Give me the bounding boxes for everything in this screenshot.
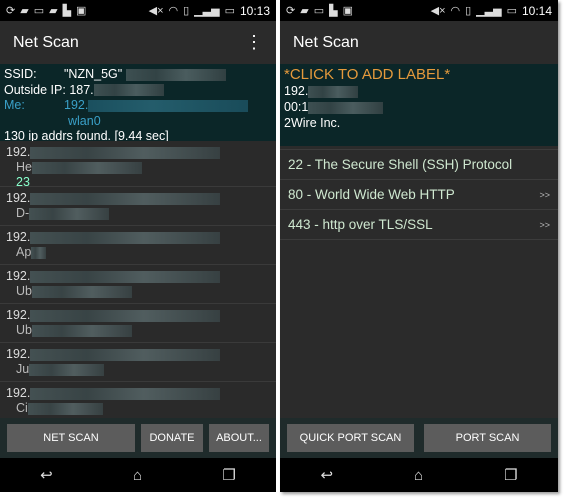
notification-icon: ▙ (62, 5, 72, 17)
notification-icon: ▭ (33, 5, 45, 17)
me-ip: 192. (64, 98, 89, 112)
signal-icon: ▁▃▅ (194, 5, 220, 17)
status-bar: ⟳ ▰ ▭ ▙ ▣ ◀× ◠ ▯ ▁▃▅ ▭ 10:14 (280, 0, 558, 21)
host-name: D- (16, 206, 30, 220)
status-time: 10:13 (239, 3, 270, 18)
donate-button[interactable]: DONATE (141, 424, 203, 452)
network-info: SSID: "NZN_5G" Outside IP: 187. Me: 192. w… (0, 64, 276, 148)
add-label-link[interactable]: *CLICK TO ADD LABEL* (284, 67, 554, 83)
mute-icon: ◀× (430, 5, 446, 17)
port-list: 22 - The Secure Shell (SSH) Protocol 80 … (280, 149, 558, 240)
quick-port-scan-button[interactable]: QUICK PORT SCAN (287, 424, 414, 452)
host-info[interactable]: *CLICK TO ADD LABEL* 192. 00:1 2Wire Inc… (280, 64, 558, 146)
ssid-label: SSID: (4, 67, 37, 81)
port-label: 443 - http over TLS/SSL (288, 217, 433, 232)
list-item[interactable]: 192. He 23 (0, 141, 276, 189)
chevron-right-icon: >> (539, 189, 550, 200)
notification-icon: ▣ (342, 5, 353, 17)
list-item[interactable]: 192. Ci (0, 382, 276, 418)
app-bar: Net Scan (280, 21, 558, 64)
app-title: Net Scan (13, 33, 79, 51)
chevron-right-icon: >> (539, 219, 550, 230)
recents-icon[interactable]: ❐ (222, 466, 235, 484)
notification-icon: ▭ (313, 5, 325, 17)
app-bar: Net Scan ⋮ (0, 21, 276, 64)
host-ip: 192. (6, 347, 31, 361)
list-item[interactable]: 192. Ap (0, 226, 276, 265)
overflow-menu-icon[interactable]: ⋮ (245, 32, 263, 53)
port-label: 80 - World Wide Web HTTP (288, 187, 455, 202)
sync-icon: ⟳ (6, 5, 16, 17)
notification-icon: ▙ (329, 5, 338, 17)
sim-icon: ▯ (465, 5, 472, 17)
host-ip: 192. (6, 191, 31, 205)
notification-icon: ▣ (76, 5, 87, 17)
outside-ip-value: 187. (69, 82, 94, 97)
recents-icon[interactable]: ❐ (504, 466, 517, 484)
sim-icon: ▯ (183, 5, 190, 17)
host-ip: 192. (6, 269, 31, 283)
host-name: Ju (16, 362, 30, 376)
mute-icon: ◀× (148, 5, 164, 17)
right-screen: ⟳ ▰ ▭ ▙ ▣ ◀× ◠ ▯ ▁▃▅ ▭ 10:14 Net Scan *C… (280, 0, 558, 492)
home-icon[interactable]: ⌂ (133, 467, 142, 484)
button-bar: NET SCAN DONATE ABOUT... (0, 418, 276, 458)
app-title: Net Scan (293, 33, 359, 51)
host-list[interactable]: 192. He 23 192. D- 192. Ap 192. Ub 192. Ub 192… (0, 141, 276, 418)
host-ip: 192. (6, 308, 31, 322)
battery-icon: ▭ (224, 5, 235, 17)
host-name: Ci (16, 401, 28, 415)
ssid-value: "NZN_5G" (64, 67, 123, 81)
host-mac: 00:1 (284, 100, 309, 114)
back-icon[interactable]: ↩ (320, 466, 333, 484)
list-item[interactable]: 192. Ub (0, 304, 276, 343)
host-name: Ap (16, 245, 32, 259)
port-item[interactable]: 443 - http over TLS/SSL >> (280, 210, 558, 240)
port-item[interactable]: 80 - World Wide Web HTTP >> (280, 180, 558, 210)
port-scan-button[interactable]: PORT SCAN (424, 424, 551, 452)
signal-icon: ▁▃▅ (476, 5, 502, 17)
status-time: 10:14 (521, 3, 552, 18)
host-name: He (16, 160, 32, 174)
port-item[interactable]: 22 - The Secure Shell (SSH) Protocol (280, 150, 558, 180)
wifi-icon: ◠ (450, 5, 461, 17)
list-item[interactable]: 192. D- (0, 187, 276, 226)
notification-icon: ▰ (20, 5, 29, 17)
back-icon[interactable]: ↩ (40, 466, 53, 484)
status-bar: ⟳ ▰ ▭ ▰ ▙ ▣ ◀× ◠ ▯ ▁▃▅ ▭ 10:13 (0, 0, 276, 21)
outside-ip-label: Outside IP: (4, 82, 66, 97)
me-label: Me: (4, 98, 25, 112)
net-scan-button[interactable]: NET SCAN (7, 424, 135, 452)
host-name: Ub (16, 323, 32, 337)
notification-icon: ▰ (300, 5, 309, 17)
port-label: 22 - The Secure Shell (SSH) Protocol (288, 157, 513, 172)
host-ip: 192. (6, 386, 31, 400)
host-vendor: 2Wire Inc. (284, 116, 341, 130)
list-item[interactable]: 192. Ub (0, 265, 276, 304)
me-interface: wlan0 (68, 113, 101, 128)
battery-icon: ▭ (506, 5, 517, 17)
nav-bar: ↩ ⌂ ❐ (280, 458, 558, 492)
host-ip: 192. (284, 84, 309, 98)
button-bar: QUICK PORT SCAN PORT SCAN (280, 418, 558, 458)
host-ip: 192. (6, 145, 31, 159)
host-name: Ub (16, 284, 32, 298)
host-ip: 192. (6, 230, 31, 244)
notification-icon: ▰ (49, 5, 58, 17)
left-screen: ⟳ ▰ ▭ ▰ ▙ ▣ ◀× ◠ ▯ ▁▃▅ ▭ 10:13 Net Scan … (0, 0, 276, 492)
wifi-icon: ◠ (168, 5, 179, 17)
nav-bar: ↩ ⌂ ❐ (0, 458, 276, 492)
home-icon[interactable]: ⌂ (414, 467, 423, 484)
sync-icon: ⟳ (286, 5, 296, 17)
about-button[interactable]: ABOUT... (209, 424, 269, 452)
list-item[interactable]: 192. Ju (0, 343, 276, 382)
